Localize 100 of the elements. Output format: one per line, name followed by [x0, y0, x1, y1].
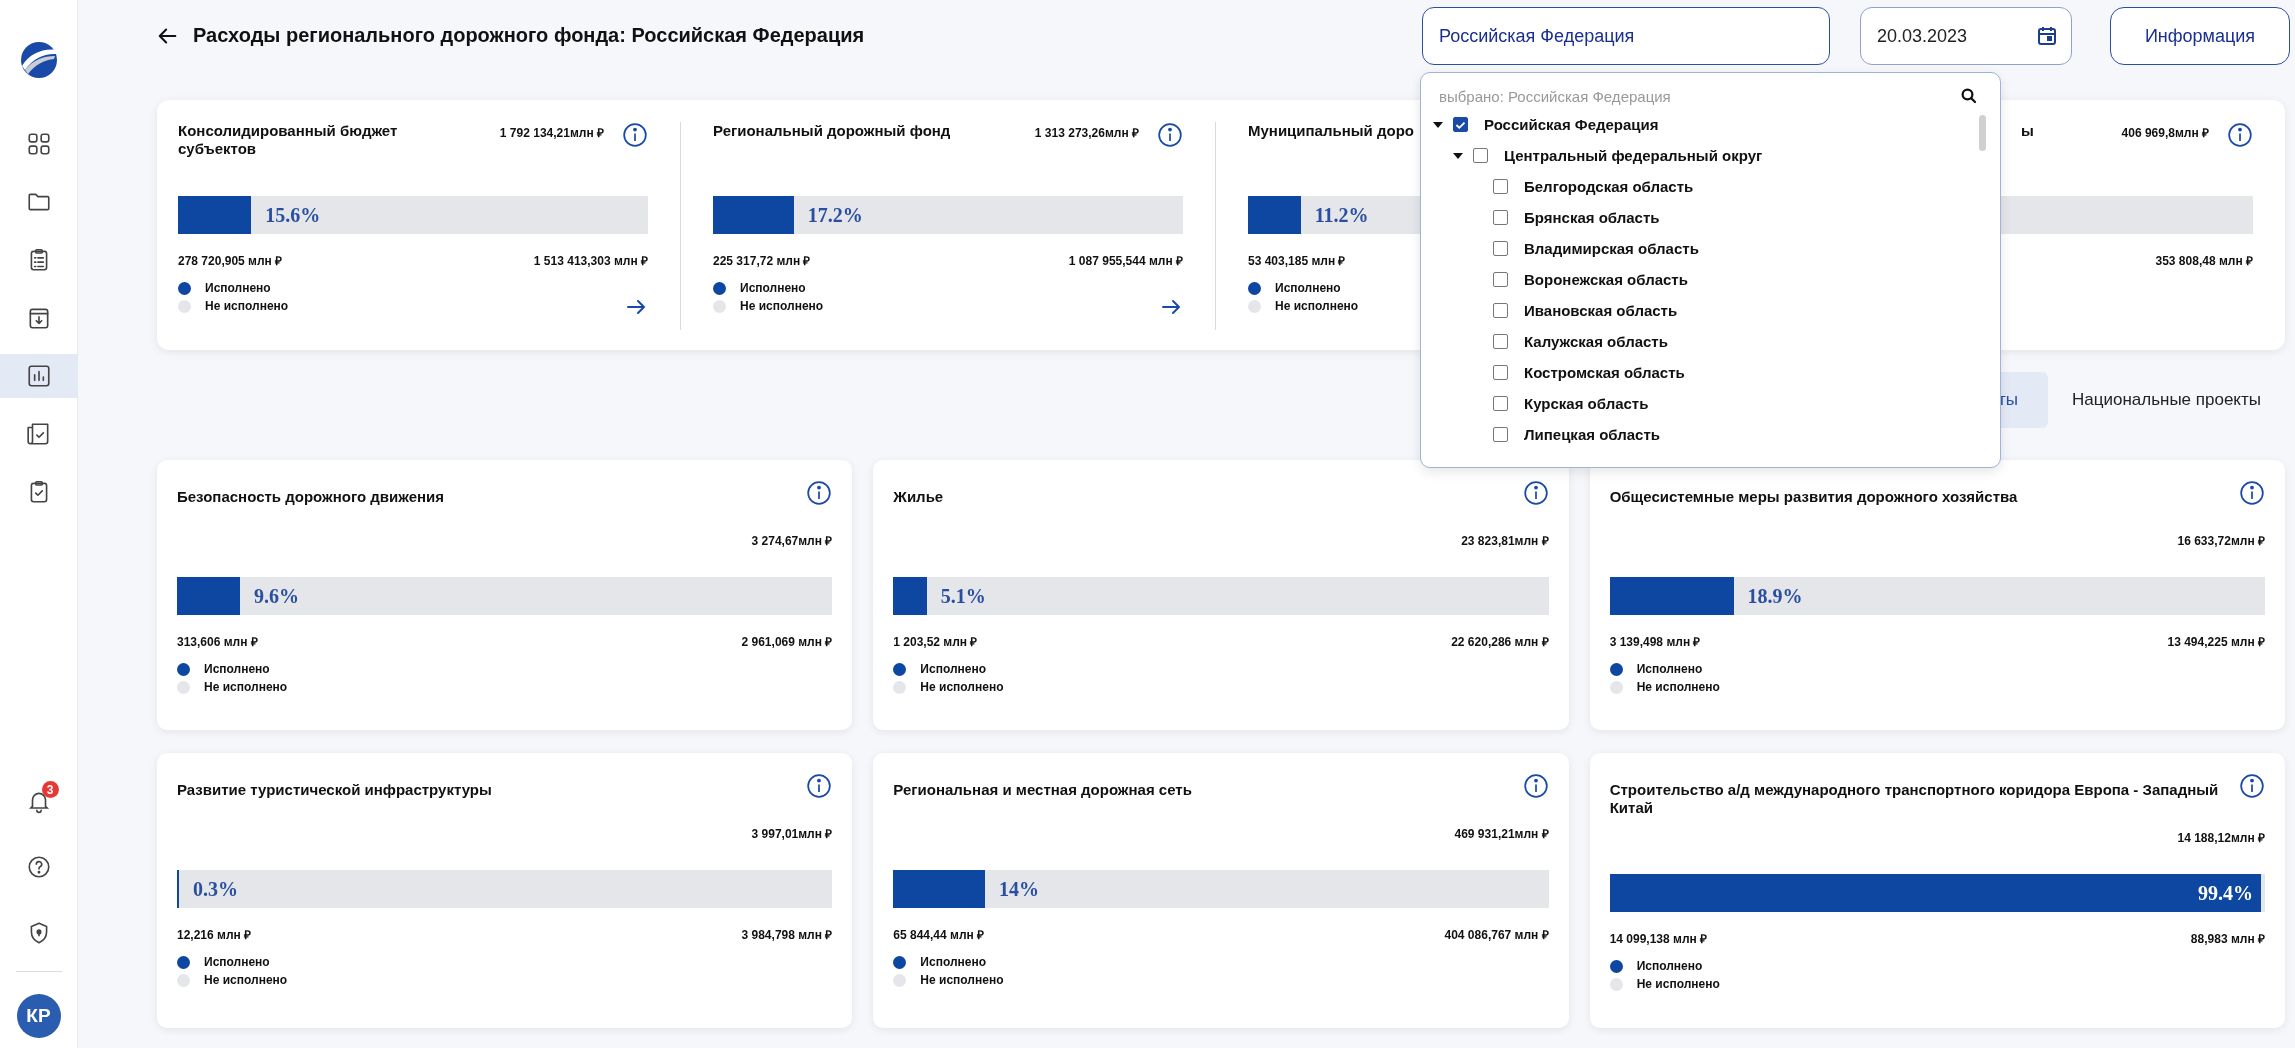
- legend-label: Не исполнено: [740, 299, 824, 313]
- checkbox[interactable]: [1493, 334, 1508, 349]
- remaining-amount: 353 808,48 млн ₽: [2155, 253, 2253, 269]
- info-icon[interactable]: [2227, 122, 2253, 148]
- remaining-amount: 22 620,286 млн ₽: [1451, 634, 1549, 650]
- remaining-amount: 404 086,767 млн ₽: [1444, 927, 1549, 943]
- summary-title: ы: [2020, 122, 2035, 140]
- percent-label: 17.2%: [807, 203, 863, 227]
- total-amount: 3 997,01млн ₽: [750, 826, 833, 842]
- user-avatar[interactable]: КР: [16, 994, 61, 1038]
- legend-label: Исполнено: [204, 955, 270, 969]
- legend-label: Исполнено: [1636, 662, 1703, 676]
- info-icon[interactable]: [806, 480, 833, 506]
- summary-title: Муниципальный доро: [1248, 122, 1414, 140]
- percent-label: 0.3%: [192, 877, 238, 901]
- legend-label: Не исполнено: [920, 973, 1004, 987]
- remaining-amount: 3 984,798 млн ₽: [741, 927, 833, 943]
- executed-amount: 14 099,138 млн ₽: [1609, 931, 1708, 947]
- info-icon[interactable]: [806, 773, 833, 799]
- total-amount: 1 792 134,21млн ₽: [499, 125, 604, 141]
- executed-amount: 3 139,498 млн ₽: [1609, 634, 1701, 650]
- caret-icon[interactable]: [1453, 152, 1463, 159]
- legend-label: Не исполнено: [204, 680, 288, 694]
- search-icon[interactable]: [1960, 87, 1978, 105]
- info-icon[interactable]: [622, 122, 648, 148]
- percent-label: 14%: [999, 877, 1040, 901]
- region-select-field[interactable]: Российская Федерация: [1422, 7, 1830, 65]
- executed-amount: 12,216 млн ₽: [177, 927, 252, 943]
- checkbox[interactable]: [1493, 210, 1508, 225]
- legend-label: Не исполнено: [920, 680, 1004, 694]
- tree-item[interactable]: Курская область: [1524, 395, 1649, 412]
- info-icon[interactable]: [2239, 773, 2265, 799]
- card-title: Развитие туристической инфраструктуры: [177, 781, 492, 799]
- tree-item[interactable]: Белгородская область: [1524, 178, 1694, 195]
- information-button[interactable]: Информация: [2110, 7, 2290, 65]
- card-title: Безопасность дорожного движения: [177, 488, 445, 506]
- checkbox[interactable]: [1493, 303, 1508, 318]
- legend-label: Исполнено: [920, 662, 987, 676]
- percent-label: 15.6%: [265, 203, 321, 227]
- legend-label: Исполнено: [204, 662, 270, 676]
- legend-label: Не исполнено: [1275, 299, 1359, 313]
- checkbox[interactable]: [1473, 148, 1488, 163]
- checkbox[interactable]: [1493, 396, 1508, 411]
- remaining-amount: 13 494,225 млн ₽: [2167, 634, 2265, 650]
- legend-label: Не исполнено: [205, 299, 289, 313]
- bar-chart-icon[interactable]: [0, 354, 78, 398]
- executed-amount: 313,606 млн ₽: [177, 634, 258, 650]
- legend-label: Исполнено: [1636, 959, 1703, 973]
- info-icon[interactable]: [1522, 480, 1549, 506]
- executed-amount: 278 720,905 млн ₽: [178, 253, 283, 269]
- legend-label: Исполнено: [920, 955, 987, 969]
- executed-amount: 65 844,44 млн ₽: [893, 927, 985, 943]
- legend-label: Не исполнено: [1636, 977, 1720, 991]
- remaining-amount: 88,983 млн ₽: [2190, 931, 2265, 947]
- tree-item[interactable]: Костромская область: [1524, 364, 1685, 381]
- checkbox[interactable]: [1493, 179, 1508, 194]
- total-amount: 23 823,81млн ₽: [1460, 533, 1549, 549]
- card-title: Общесистемные меры развития дорожного хозяйства: [1609, 488, 2018, 506]
- tree-item[interactable]: Центральный федеральный округ: [1504, 147, 1763, 164]
- remaining-amount: 2 961,069 млн ₽: [741, 634, 833, 650]
- checkbox[interactable]: [1453, 117, 1468, 132]
- tree-item[interactable]: Российская Федерация: [1484, 116, 1659, 133]
- tree-item[interactable]: Липецкая область: [1524, 426, 1660, 443]
- info-icon[interactable]: [1522, 773, 1549, 799]
- legend-label: Исполнено: [1275, 281, 1341, 295]
- tree-item[interactable]: Владимирская область: [1524, 240, 1699, 257]
- scrollbar-thumb[interactable]: [1979, 115, 1986, 151]
- card-title: Строительство а/д международного транспортного коридора Европа - Западный Китай: [1609, 781, 2219, 817]
- percent-label: 9.6%: [253, 584, 299, 608]
- checkbox[interactable]: [1493, 241, 1508, 256]
- card-title: Региональная и местная дорожная сеть: [893, 781, 1192, 799]
- percent-label: 99.4%: [2198, 881, 2253, 905]
- legend-label: Не исполнено: [204, 973, 288, 987]
- summary-title: Консолидированный бюджет субъектов: [178, 122, 399, 158]
- checkbox[interactable]: [1493, 365, 1508, 380]
- remaining-amount: 1 087 955,544 млн ₽: [1068, 253, 1183, 269]
- date-field[interactable]: 20.03.2023: [1860, 7, 2072, 65]
- checkbox[interactable]: [1493, 427, 1508, 442]
- tree-item[interactable]: Брянская область: [1524, 209, 1660, 226]
- remaining-amount: 1 513 413,303 млн ₽: [533, 253, 648, 269]
- total-amount: 1 313 273,26млн ₽: [1034, 125, 1139, 141]
- checkbox[interactable]: [1493, 272, 1508, 287]
- total-amount: 3 274,67млн ₽: [750, 533, 833, 549]
- total-amount: 406 969,8млн ₽: [2121, 125, 2209, 141]
- tree-item[interactable]: Ивановская область: [1524, 302, 1678, 319]
- caret-icon[interactable]: [1433, 121, 1443, 128]
- logo-icon: [18, 40, 59, 80]
- tree-item[interactable]: Воронежская область: [1524, 271, 1688, 288]
- notification-badge: 3: [41, 781, 59, 798]
- info-icon[interactable]: [2239, 480, 2265, 506]
- page-title: Расходы регионального дорожного фонда: Российская Федерация: [193, 24, 865, 47]
- tab[interactable]: Национальные проекты: [2047, 372, 2285, 428]
- legend-label: Исполнено: [740, 281, 806, 295]
- calendar-icon[interactable]: [2035, 24, 2059, 48]
- tree-item[interactable]: Калужская область: [1524, 333, 1668, 350]
- percent-label: 5.1%: [940, 584, 986, 608]
- search-field[interactable]: выбрано: Российская Федерация: [1439, 87, 1960, 105]
- info-icon[interactable]: [1157, 122, 1183, 148]
- total-amount: 16 633,72млн ₽: [2176, 533, 2265, 549]
- executed-amount: 225 317,72 млн ₽: [713, 253, 811, 269]
